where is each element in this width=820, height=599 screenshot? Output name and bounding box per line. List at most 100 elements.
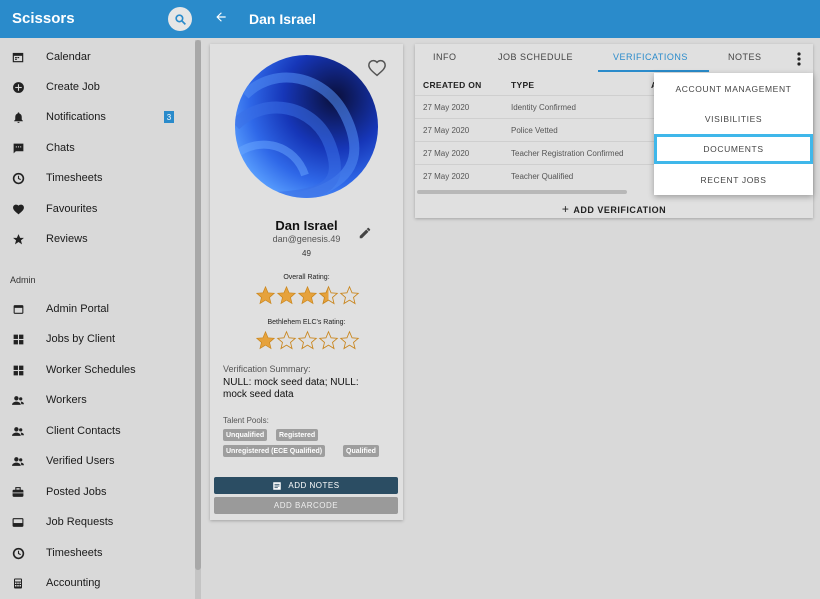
star-empty-icon [339, 285, 360, 305]
menu-item-recent-jobs[interactable]: RECENT JOBS [654, 165, 813, 195]
cell-created-on: 27 May 2020 [423, 149, 470, 158]
star-filled-icon [276, 285, 297, 305]
sidebar-item-label: Verified Users [46, 455, 115, 467]
sidebar-item-label: Posted Jobs [46, 486, 107, 498]
profile-id: 49 [302, 249, 311, 258]
star-filled-icon [255, 285, 276, 305]
edit-pencil-icon[interactable] [358, 226, 372, 240]
profile-name: Dan Israel [275, 218, 338, 233]
grid-icon [11, 363, 25, 377]
sidebar: Calendar Create Job Notifications 3 Chat… [0, 38, 202, 599]
star-icon [11, 232, 25, 246]
sidebar-item-favourites[interactable]: Favourites [0, 194, 190, 224]
sidebar-item-jobs-by-client[interactable]: Jobs by Client [0, 324, 190, 354]
column-header-type[interactable]: TYPE [511, 80, 534, 90]
overall-rating-label: Overall Rating: [283, 274, 330, 281]
menu-item-documents[interactable]: DOCUMENTS [654, 134, 813, 164]
add-notes-button[interactable]: ADD NOTES [214, 477, 398, 494]
sidebar-item-timesheets-admin[interactable]: Timesheets [0, 538, 190, 568]
client-rating-stars [255, 330, 360, 352]
add-verification-button[interactable]: + ADD VERIFICATION [415, 202, 813, 216]
talent-pool-chip[interactable]: Unregistered (ECE Qualified) [223, 445, 326, 457]
sidebar-item-chats[interactable]: Chats [0, 133, 190, 163]
search-button[interactable] [168, 7, 192, 31]
menu-item-account-management[interactable]: ACCOUNT MANAGEMENT [654, 74, 813, 104]
plus-icon: + [561, 202, 570, 216]
avatar [235, 55, 378, 198]
briefcase-icon [11, 485, 25, 499]
tab-notes[interactable]: NOTES [728, 52, 762, 62]
sidebar-item-create-job[interactable]: Create Job [0, 72, 190, 102]
sidebar-item-job-requests[interactable]: Job Requests [0, 507, 190, 537]
sidebar-item-calendar[interactable]: Calendar [0, 42, 190, 72]
column-header-created-on[interactable]: CREATED ON [423, 80, 482, 90]
talent-pool-chip[interactable]: Unqualified [223, 429, 268, 441]
star-empty-icon [297, 330, 318, 350]
sidebar-item-label: Client Contacts [46, 425, 121, 437]
people-icon [11, 424, 25, 438]
sidebar-item-label: Chats [46, 142, 75, 154]
back-button[interactable] [214, 10, 230, 26]
add-circle-icon [11, 80, 25, 94]
sidebar-item-posted-jobs[interactable]: Posted Jobs [0, 477, 190, 507]
cell-type: Teacher Registration Confirmed [511, 149, 624, 158]
sidebar-item-reviews[interactable]: Reviews [0, 224, 190, 254]
sidebar-item-label: Notifications [46, 111, 106, 123]
arrow-left-icon [216, 12, 226, 22]
profile-email: dan@genesis.49 [272, 234, 341, 244]
cell-created-on: 27 May 2020 [423, 126, 470, 135]
more-options-menu: ACCOUNT MANAGEMENT VISIBILITIES DOCUMENT… [654, 73, 813, 195]
star-empty-icon [276, 330, 297, 350]
tab-verifications[interactable]: VERIFICATIONS [613, 52, 688, 62]
cell-type: Teacher Qualified [511, 172, 574, 181]
star-filled-icon [255, 330, 276, 350]
tab-info[interactable]: INFO [433, 52, 457, 62]
sidebar-item-workers[interactable]: Workers [0, 385, 190, 415]
overall-rating-stars [255, 285, 360, 307]
sidebar-item-worker-schedules[interactable]: Worker Schedules [0, 355, 190, 385]
active-tab-indicator [598, 70, 709, 72]
section-admin-heading: Admin [10, 275, 36, 285]
sidebar-item-client-contacts[interactable]: Client Contacts [0, 416, 190, 446]
sidebar-item-label: Calendar [46, 51, 91, 63]
cell-created-on: 27 May 2020 [423, 172, 470, 181]
profile-card: Dan Israel dan@genesis.49 49 Overall Rat… [210, 44, 403, 520]
sidebar-item-label: Timesheets [46, 547, 103, 559]
verification-summary-label: Verification Summary: [223, 364, 311, 374]
add-barcode-label: ADD BARCODE [273, 501, 339, 510]
sidebar-item-label: Job Requests [46, 516, 114, 528]
sidebar-item-label: Workers [46, 394, 87, 406]
cell-type: Police Vetted [511, 126, 558, 135]
grid-icon [11, 332, 25, 346]
sidebar-item-timesheets[interactable]: Timesheets [0, 163, 190, 193]
sidebar-item-label: Jobs by Client [46, 333, 116, 345]
cell-created-on: 27 May 2020 [423, 103, 470, 112]
cell-type: Identity Confirmed [511, 103, 576, 112]
client-rating-label: Bethlehem ELC's Rating: [267, 319, 346, 326]
sidebar-item-verified-users[interactable]: Verified Users [0, 446, 190, 476]
sidebar-item-label: Reviews [46, 233, 88, 245]
sidebar-item-accounting[interactable]: Accounting [0, 568, 190, 598]
more-vert-icon[interactable] [796, 52, 802, 66]
favourite-heart-icon[interactable] [367, 59, 387, 77]
menu-item-visibilities[interactable]: VISIBILITIES [654, 104, 813, 134]
add-barcode-button[interactable]: ADD BARCODE [214, 497, 398, 514]
table-horizontal-scrollbar[interactable] [417, 190, 627, 194]
heart-icon [11, 202, 25, 216]
star-filled-icon [297, 285, 318, 305]
chat-icon [11, 141, 25, 155]
star-empty-icon [339, 330, 360, 350]
sidebar-scrollbar-thumb[interactable] [195, 40, 201, 570]
talent-pool-chip[interactable]: Qualified [343, 445, 379, 457]
sidebar-item-admin-portal[interactable]: Admin Portal [0, 294, 190, 324]
people-icon [11, 454, 25, 468]
clock-icon [11, 171, 25, 185]
sidebar-item-label: Create Job [46, 81, 100, 93]
notification-badge: 3 [164, 111, 174, 123]
notes-icon [273, 481, 282, 490]
search-icon [174, 13, 186, 25]
tab-job-schedule[interactable]: JOB SCHEDULE [498, 52, 573, 62]
talent-pool-chip[interactable]: Registered [276, 429, 319, 441]
calculator-icon [11, 576, 25, 590]
sidebar-item-notifications[interactable]: Notifications 3 [0, 102, 190, 132]
